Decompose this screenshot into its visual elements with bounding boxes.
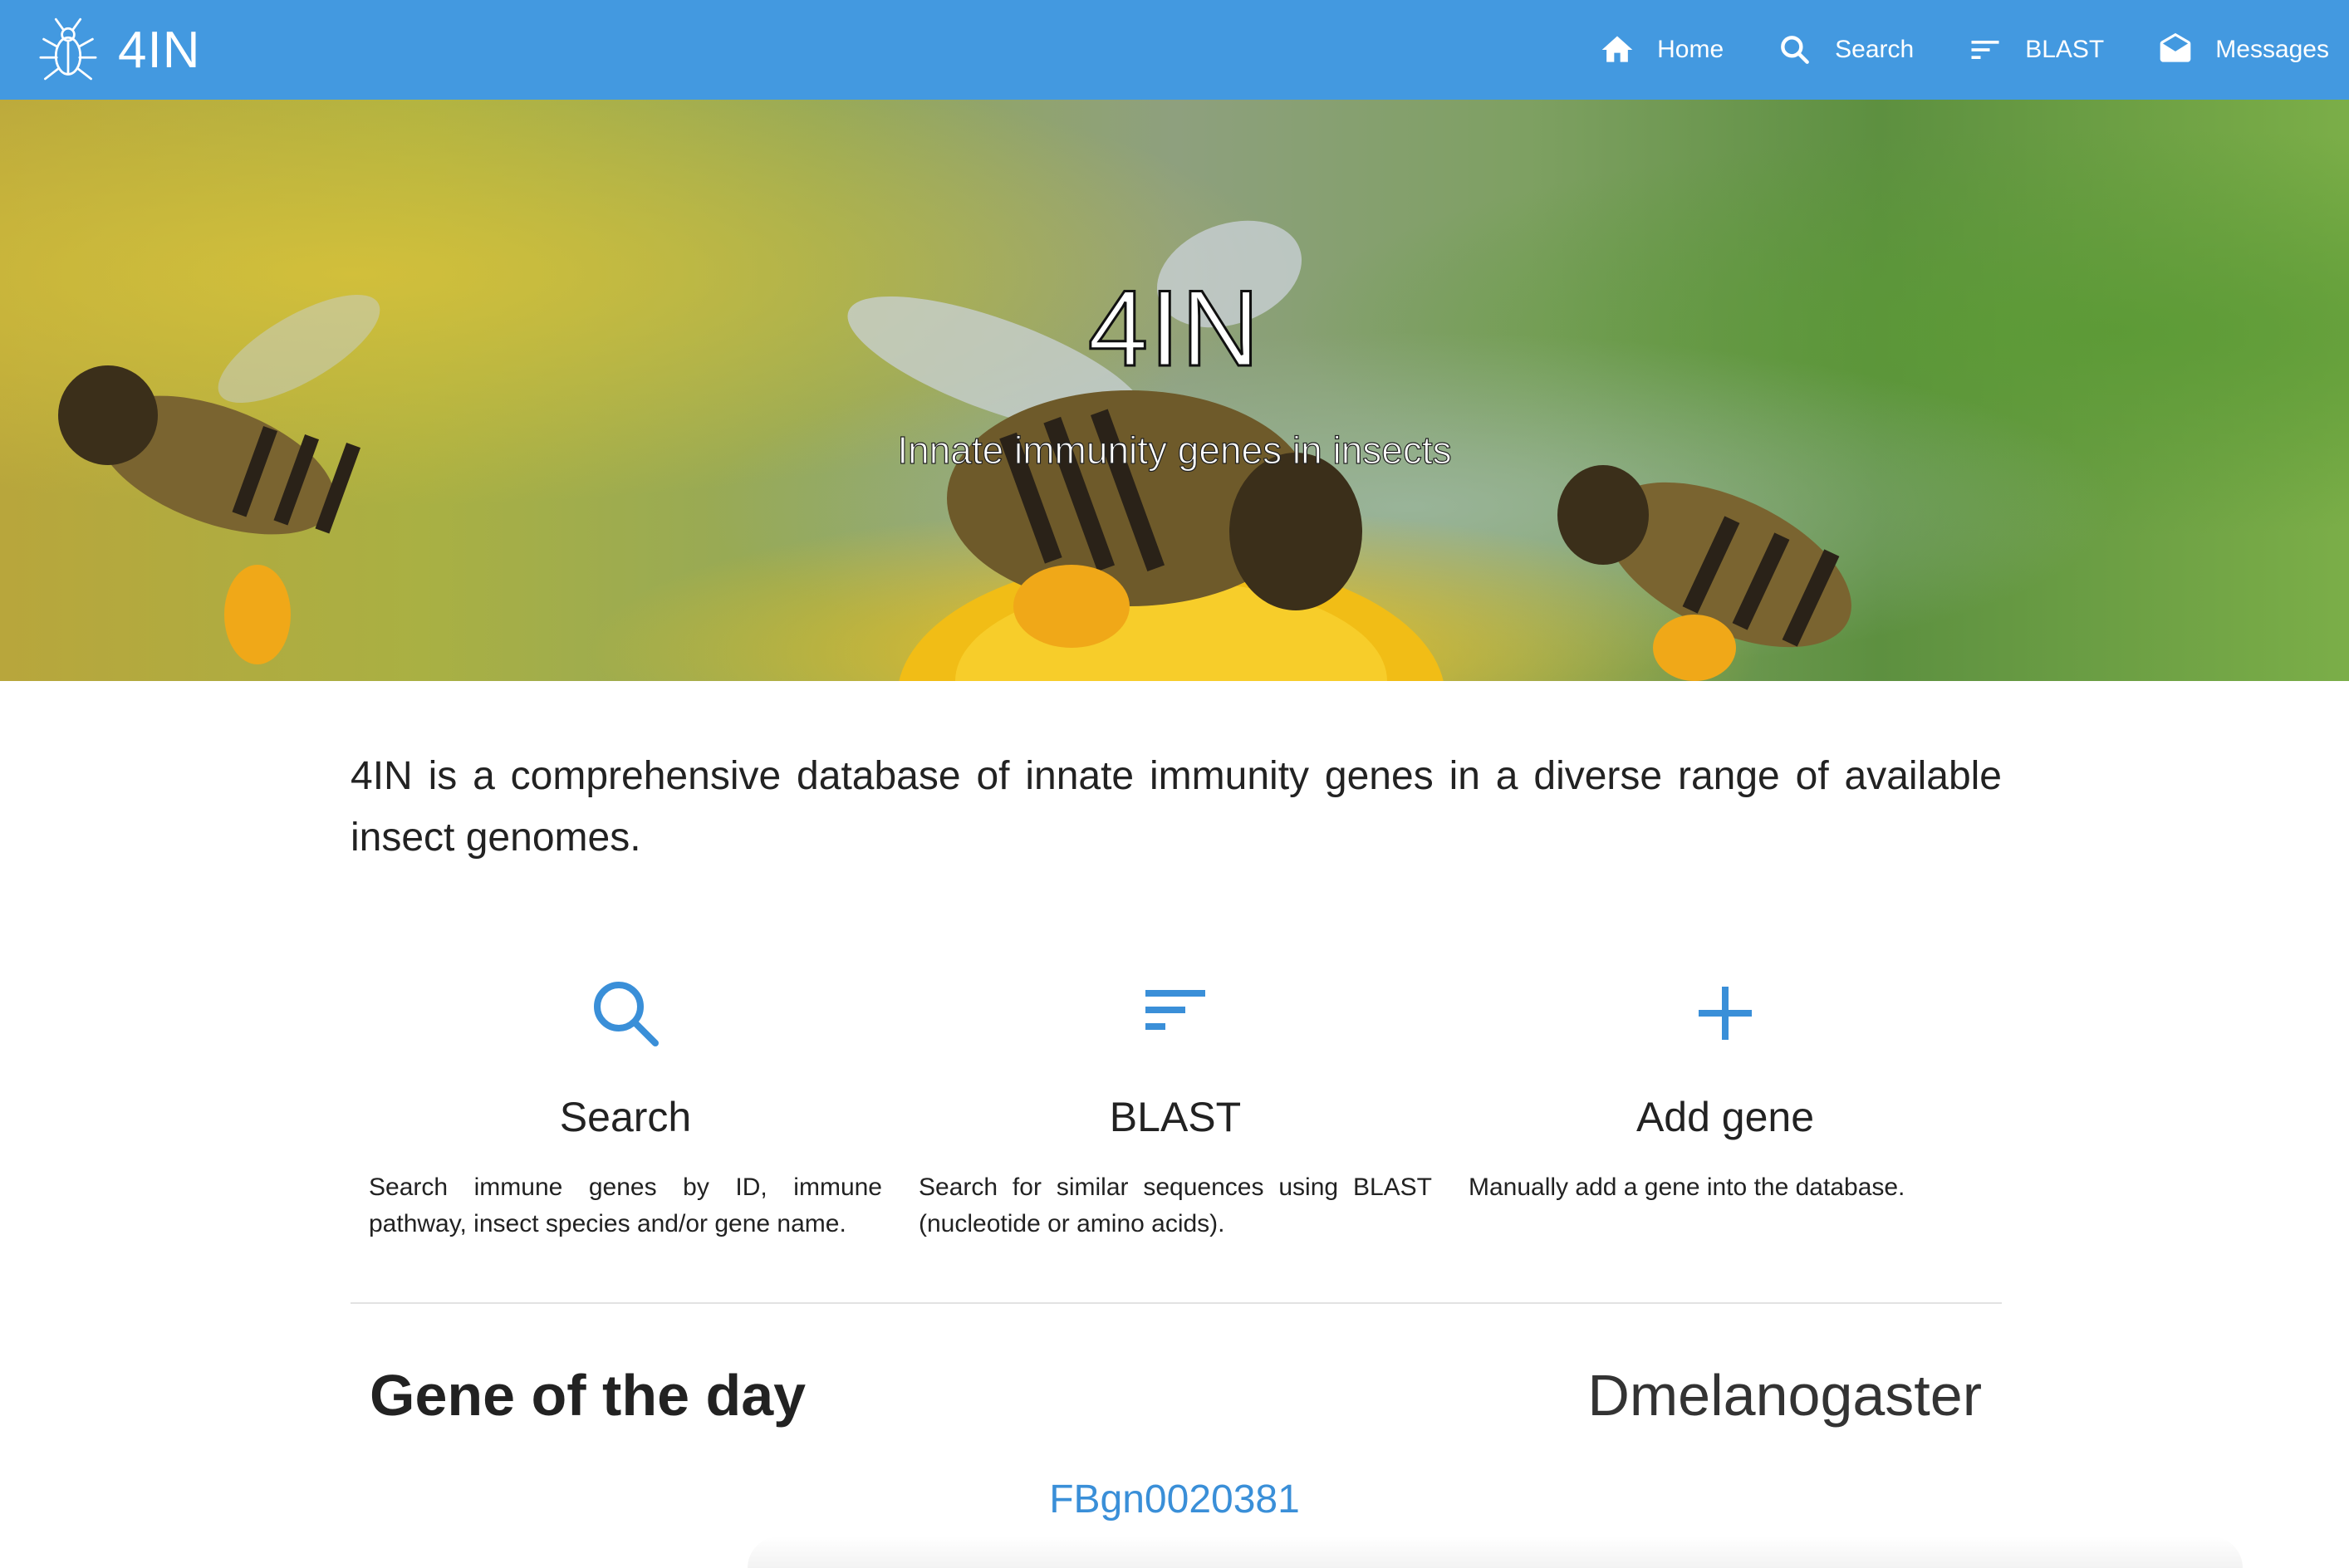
hero-subtitle: Innate immunity genes in insects bbox=[897, 428, 1453, 472]
nav-links: Home Search BLAST Messages bbox=[1599, 32, 2329, 68]
feature-search[interactable]: Search Search immune genes by ID, immune… bbox=[351, 963, 900, 1242]
gene-of-the-day-species: Dmelanogaster bbox=[1587, 1363, 1982, 1428]
hero-bee-photo bbox=[0, 100, 2349, 681]
hero-banner: 4IN Innate immunity genes in insects bbox=[0, 100, 2349, 681]
feature-add-gene-title[interactable]: Add gene bbox=[1469, 1093, 1982, 1141]
search-icon bbox=[594, 982, 659, 1046]
brand-link[interactable]: 4IN bbox=[30, 12, 200, 88]
nav-home[interactable]: Home bbox=[1599, 32, 1724, 68]
gene-of-the-day-link[interactable]: FBgn0020381 bbox=[0, 1477, 2349, 1522]
feature-blast-description: Search for similar sequences using BLAST… bbox=[919, 1174, 1432, 1237]
blast-sort-icon bbox=[1971, 41, 1999, 59]
blast-sort-icon bbox=[1145, 990, 1205, 1030]
gene-of-the-day-title: Gene of the day bbox=[370, 1363, 807, 1428]
nav-search-label: Search bbox=[1835, 36, 1915, 63]
feature-search-description: Search immune genes by ID, immune pathwa… bbox=[369, 1174, 882, 1237]
feature-add-gene[interactable]: Add gene Manually add a gene into the da… bbox=[1450, 963, 2000, 1242]
insect-logo-icon bbox=[39, 17, 97, 81]
feature-search-title[interactable]: Search bbox=[369, 1093, 882, 1141]
envelope-icon bbox=[2160, 32, 2191, 62]
plus-icon bbox=[1699, 987, 1752, 1040]
nav-blast-label: BLAST bbox=[2025, 36, 2105, 63]
features-row: Search Search immune genes by ID, immune… bbox=[351, 963, 2002, 1242]
nav-home-label: Home bbox=[1657, 36, 1724, 63]
nav-messages[interactable]: Messages bbox=[2157, 32, 2329, 68]
nav-blast[interactable]: BLAST bbox=[1967, 32, 2104, 68]
feature-blast[interactable]: BLAST Search for similar sequences using… bbox=[900, 963, 1450, 1242]
search-icon bbox=[1781, 36, 1810, 64]
card-shadow bbox=[748, 1536, 2243, 1568]
feature-blast-title[interactable]: BLAST bbox=[919, 1093, 1432, 1141]
hero-title: 4IN bbox=[1086, 267, 1262, 390]
brand-name: 4IN bbox=[118, 21, 201, 79]
section-divider bbox=[351, 1302, 2002, 1304]
nav-search[interactable]: Search bbox=[1777, 32, 1914, 68]
home-icon bbox=[1601, 36, 1633, 62]
intro-text: 4IN is a comprehensive database of innat… bbox=[351, 754, 2002, 860]
top-navbar: 4IN Home Search BLAST Messages bbox=[0, 0, 2349, 100]
feature-add-gene-description: Manually add a gene into the database. bbox=[1469, 1174, 1905, 1201]
nav-messages-label: Messages bbox=[2215, 36, 2329, 63]
